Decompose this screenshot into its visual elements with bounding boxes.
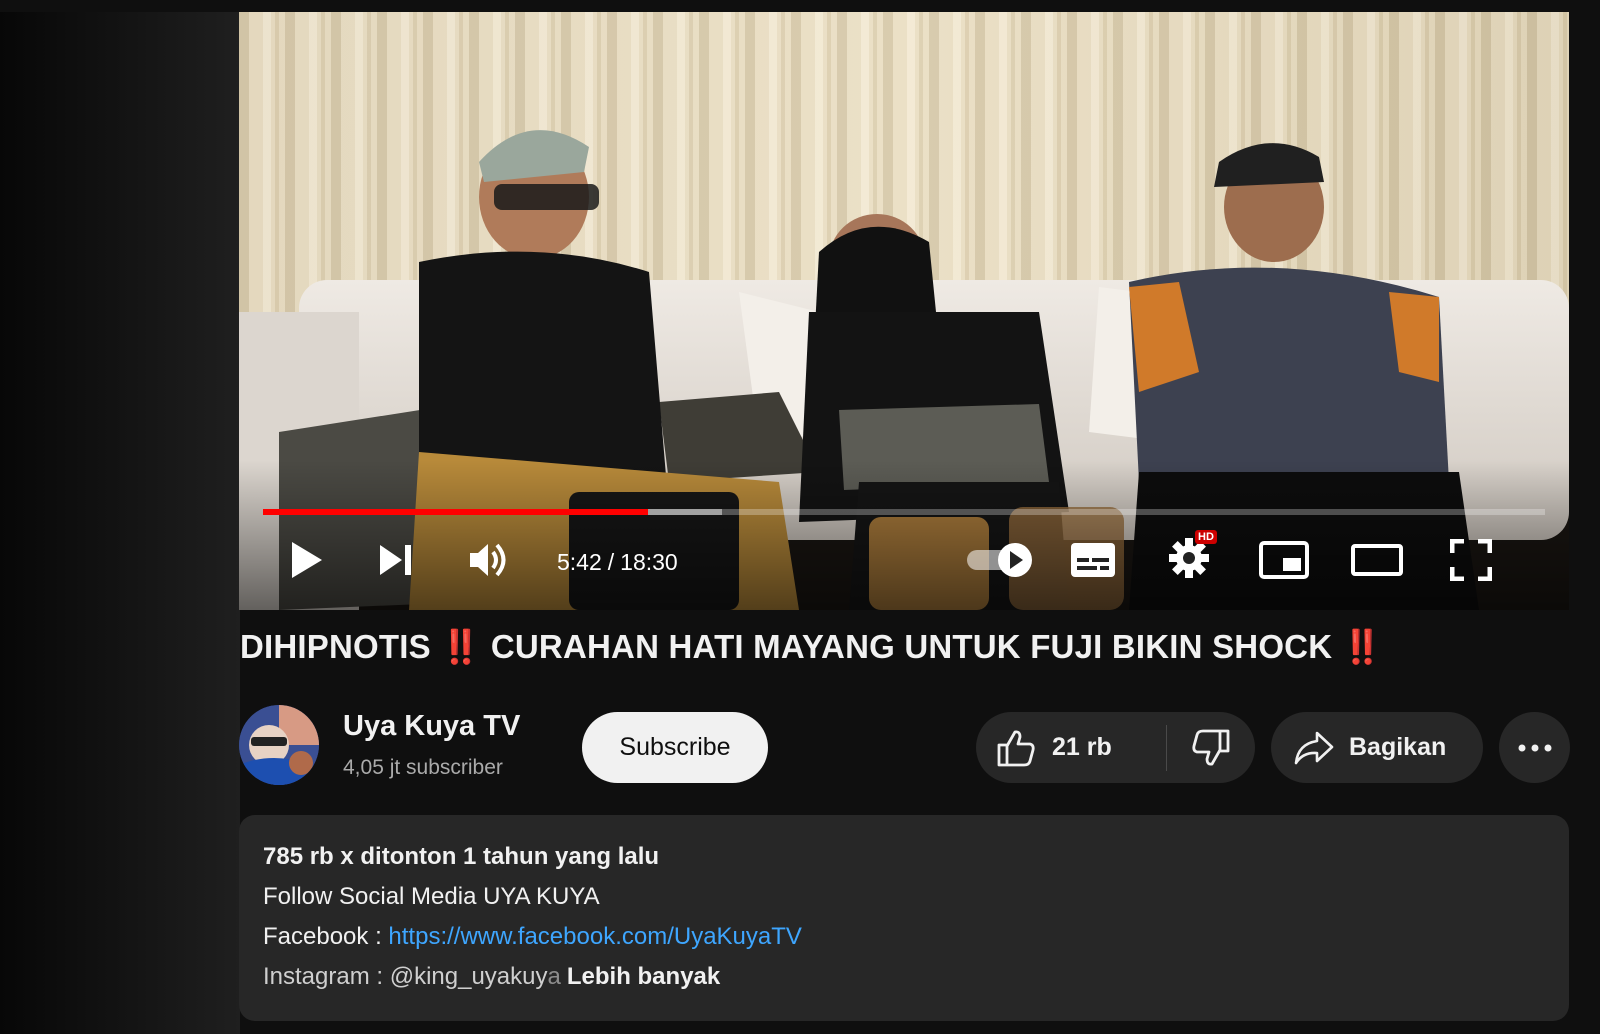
miniplayer-icon (1259, 541, 1309, 579)
like-button[interactable]: 21 rb (976, 712, 1166, 783)
video-player[interactable]: 5:42 / 18:30 HD (239, 12, 1569, 610)
upload-date: 1 tahun yang lalu (463, 843, 660, 870)
hd-badge: HD (1195, 529, 1217, 544)
page-top-strip (0, 0, 1600, 12)
time-display: 5:42 / 18:30 (557, 549, 678, 576)
description-facebook-line: Facebook : https://www.facebook.com/UyaK… (263, 917, 1545, 957)
description-line-1: Follow Social Media UYA KUYA (263, 883, 600, 910)
channel-name[interactable]: Uya Kuya TV (343, 710, 520, 743)
instagram-visible: Instagram : @king_uyakuy (263, 963, 548, 990)
instagram-text: Instagram : @king_uyakuya (263, 963, 561, 990)
play-icon (292, 542, 322, 578)
share-icon (1294, 731, 1334, 764)
view-count: 785 rb x ditonton (263, 843, 457, 870)
subtitles-button[interactable] (1065, 532, 1121, 588)
like-count: 21 rb (1052, 733, 1112, 761)
play-button[interactable] (279, 530, 333, 590)
progress-bar[interactable] (263, 509, 1545, 515)
thumbs-up-icon (997, 729, 1035, 766)
description-meta: 785 rb x ditonton 1 tahun yang lalu (263, 837, 1545, 877)
share-button[interactable]: Bagikan (1271, 712, 1483, 783)
next-button[interactable] (371, 530, 421, 590)
dislike-button[interactable] (1167, 712, 1255, 783)
fullscreen-button[interactable] (1443, 532, 1499, 588)
page-side-gradient (0, 0, 240, 1034)
thumbs-down-icon (1192, 729, 1230, 766)
facebook-prefix: Facebook : (263, 923, 382, 950)
autoplay-toggle[interactable] (961, 532, 1041, 588)
subtitles-icon (1071, 543, 1115, 577)
volume-button[interactable] (463, 530, 515, 590)
instagram-faded: a (547, 963, 561, 990)
time-separator: / (607, 549, 615, 575)
volume-icon (470, 543, 506, 577)
more-horizontal-icon (1518, 744, 1551, 751)
channel-avatar[interactable] (239, 705, 319, 785)
theater-mode-icon (1351, 544, 1403, 576)
like-dislike-group: 21 rb (976, 712, 1255, 783)
subscriber-count: 4,05 jt subscriber (343, 756, 503, 779)
subscribe-button[interactable]: Subscribe (582, 712, 768, 783)
theater-mode-button[interactable] (1347, 532, 1407, 588)
more-actions-button[interactable] (1499, 712, 1570, 783)
video-title: DIHIPNOTIS ‼️ CURAHAN HATI MAYANG UNTUK … (240, 628, 1383, 665)
current-time: 5:42 (557, 549, 602, 575)
description-box[interactable]: 785 rb x ditonton 1 tahun yang lalu Foll… (239, 815, 1569, 1021)
show-more-link[interactable]: Lebih banyak (567, 963, 720, 990)
played-bar (263, 509, 648, 515)
description-instagram-line: Instagram : @king_uyakuya Lebih banyak (263, 957, 1545, 997)
autoplay-toggle-icon (967, 543, 1032, 577)
facebook-link[interactable]: https://www.facebook.com/UyaKuyaTV (388, 923, 802, 950)
avatar-image (239, 705, 319, 785)
fullscreen-icon (1450, 539, 1492, 581)
duration: 18:30 (620, 549, 678, 575)
settings-button[interactable]: HD (1161, 529, 1217, 588)
share-label: Bagikan (1349, 733, 1447, 761)
skip-next-icon (380, 545, 411, 575)
miniplayer-button[interactable] (1255, 532, 1313, 588)
